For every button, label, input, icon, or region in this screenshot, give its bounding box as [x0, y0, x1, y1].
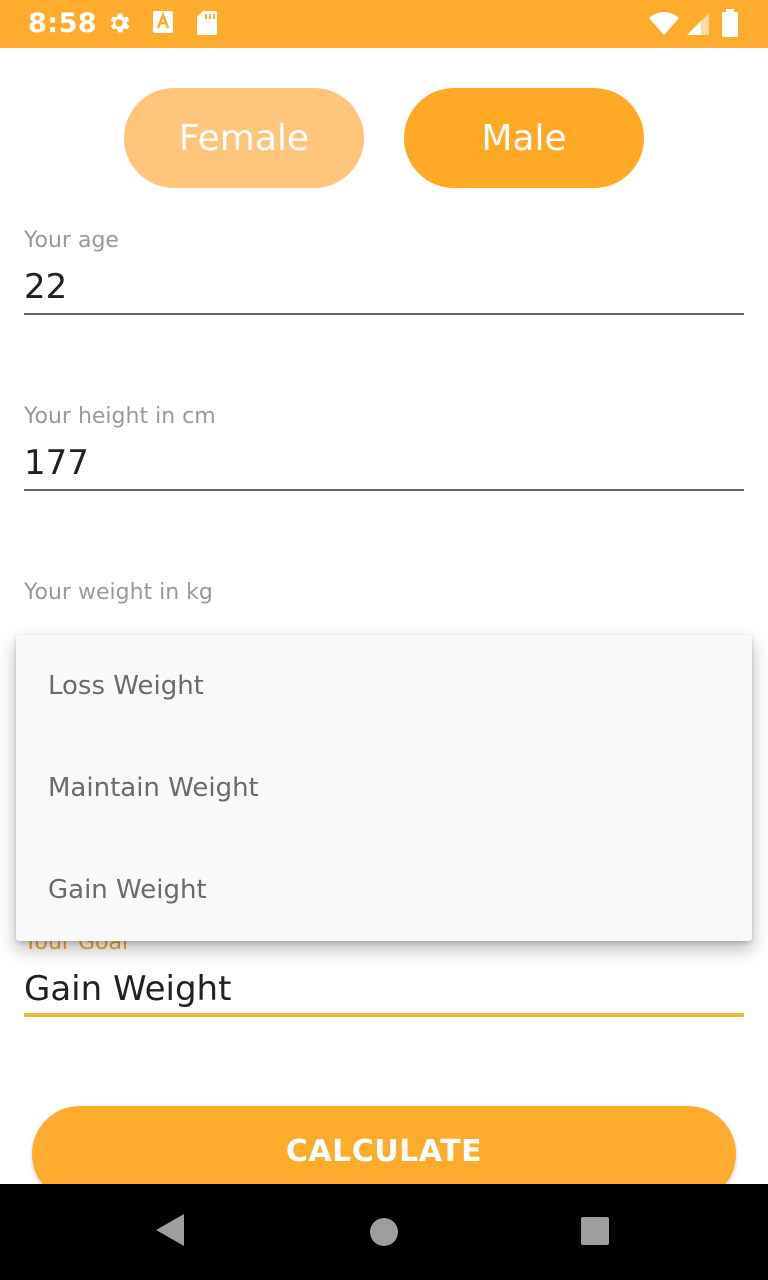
wifi-icon — [648, 12, 680, 41]
status-time: 8:58 — [28, 8, 98, 39]
female-button[interactable]: Female — [124, 88, 364, 188]
back-icon[interactable] — [154, 1212, 186, 1253]
recents-icon[interactable] — [580, 1216, 610, 1251]
weight-label: Your weight in kg — [24, 580, 213, 605]
dropdown-option-loss-weight[interactable]: Loss Weight — [16, 635, 752, 737]
sd-card-icon — [196, 10, 218, 41]
male-button[interactable]: Male — [404, 88, 644, 188]
navigation-bar — [0, 1184, 768, 1280]
height-label: Your height in cm — [24, 404, 216, 429]
age-label: Your age — [24, 228, 119, 253]
dropdown-option-maintain-weight[interactable]: Maintain Weight — [16, 737, 752, 839]
gear-icon — [106, 10, 132, 41]
dropdown-option-gain-weight[interactable]: Gain Weight — [16, 839, 752, 941]
height-field[interactable]: Your height in cm 177 — [24, 404, 744, 491]
status-bar: 8:58 — [0, 0, 768, 48]
battery-icon — [722, 9, 738, 42]
age-field[interactable]: Your age 22 — [24, 228, 744, 315]
font-a-icon — [152, 10, 174, 39]
goal-dropdown-menu: Loss Weight Maintain Weight Gain Weight — [16, 635, 752, 941]
goal-field[interactable]: Your Goal Gain Weight — [24, 930, 744, 1017]
signal-icon — [686, 12, 710, 41]
goal-select[interactable]: Gain Weight — [24, 969, 744, 1017]
home-icon[interactable] — [368, 1216, 400, 1253]
age-input[interactable]: 22 — [24, 267, 744, 315]
height-input[interactable]: 177 — [24, 443, 744, 491]
